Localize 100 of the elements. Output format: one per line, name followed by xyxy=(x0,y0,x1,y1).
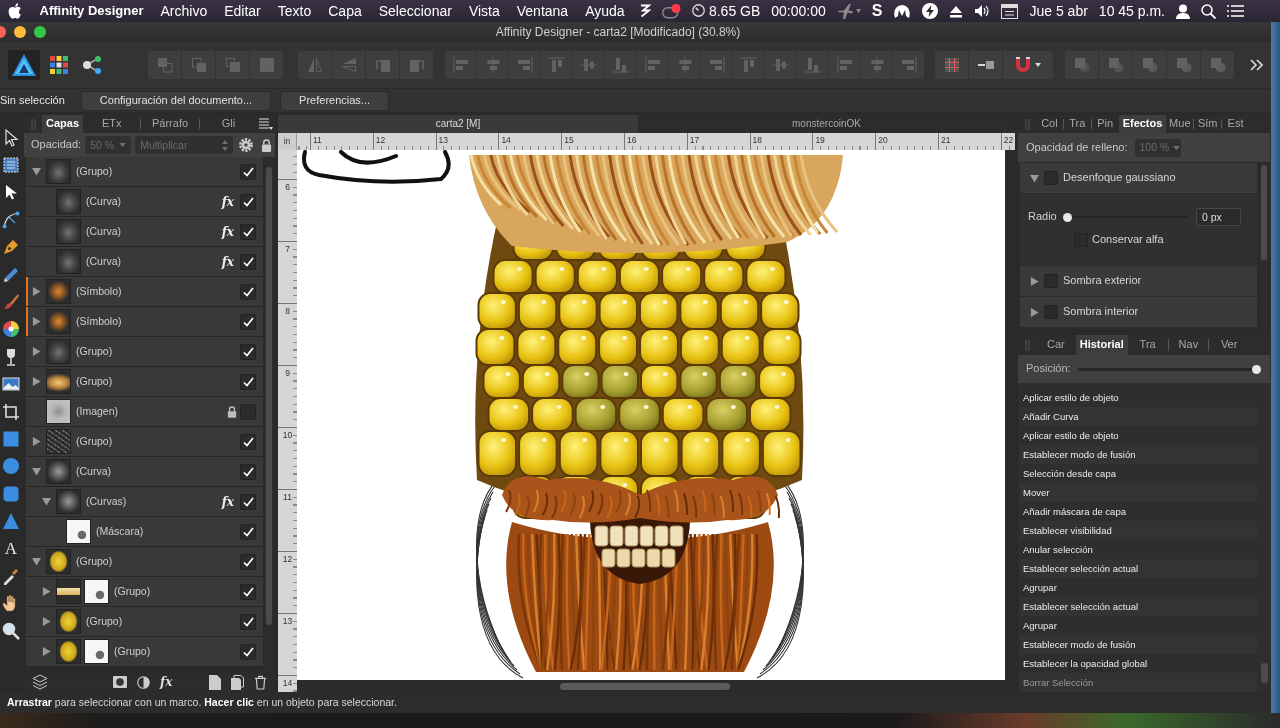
history-item[interactable]: Agrupar xyxy=(1020,616,1257,635)
panel-tab[interactable]: Tra xyxy=(1127,335,1168,355)
menu-item[interactable]: Archivo xyxy=(152,0,216,22)
curve-nodes-icon[interactable] xyxy=(2,210,20,229)
zoom-button[interactable] xyxy=(34,26,46,38)
history-item[interactable]: Añadir máscara de capa xyxy=(1020,502,1257,521)
calendar-icon[interactable] xyxy=(1001,3,1019,19)
history-item[interactable]: Anular selección xyxy=(1020,540,1257,559)
toolbar-button[interactable] xyxy=(1003,51,1053,79)
history-item[interactable]: Establecer visibilidad xyxy=(1020,521,1257,540)
padlock-icon[interactable] xyxy=(261,138,273,152)
disclosure-triangle-icon[interactable] xyxy=(31,317,41,326)
layer-row[interactable]: (Símbolo) xyxy=(26,277,263,307)
history-item[interactable]: Selección desde capa xyxy=(1020,464,1257,483)
paintbrush-icon[interactable] xyxy=(2,293,20,312)
scrollbar-thumb[interactable] xyxy=(266,167,272,625)
visibility-checkbox[interactable] xyxy=(240,283,256,300)
slider-thumb[interactable] xyxy=(1063,212,1072,222)
panel-tab[interactable]: Car xyxy=(1036,335,1076,355)
pencil-icon[interactable] xyxy=(2,265,20,284)
context-button[interactable]: Configuración del documento... xyxy=(80,90,272,111)
text-tool[interactable]: A xyxy=(4,539,18,558)
history-item[interactable]: Establecer selección actual xyxy=(1020,559,1257,578)
panel-menu-icon[interactable] xyxy=(259,118,273,130)
menu-item[interactable]: Ayuda xyxy=(576,0,634,22)
gear-icon[interactable] xyxy=(239,138,254,152)
panel-tab[interactable]: Sím xyxy=(1194,115,1222,133)
disclosure-triangle-icon[interactable] xyxy=(1030,173,1039,183)
menu-item[interactable]: Capa xyxy=(319,0,371,22)
visibility-checkbox[interactable] xyxy=(240,223,256,240)
panel-tab[interactable]: Capas xyxy=(42,115,84,133)
panel-tab[interactable]: Párrafo xyxy=(141,115,199,133)
emblem-icon[interactable] xyxy=(893,3,912,19)
square-circle-icon[interactable] xyxy=(113,676,127,688)
layer-row[interactable]: (Imagen) xyxy=(26,397,263,427)
history-item[interactable]: Establecer modo de fusión xyxy=(1020,445,1257,464)
visibility-checkbox[interactable] xyxy=(240,253,256,270)
page-icon[interactable] xyxy=(209,674,221,690)
history-item[interactable]: Agrupar xyxy=(1020,578,1257,597)
time-readout[interactable]: 10 45 p.m. xyxy=(1098,2,1165,20)
layer-row[interactable]: (Símbolo) xyxy=(26,307,263,337)
square-icon[interactable] xyxy=(2,430,20,448)
visibility-checkbox[interactable] xyxy=(240,433,256,450)
visibility-checkbox[interactable] xyxy=(240,463,256,480)
document-tab[interactable]: carta2 [M] xyxy=(278,115,638,133)
layer-row[interactable]: (Grupo) xyxy=(26,607,263,637)
triangle-icon[interactable] xyxy=(2,512,20,531)
visibility-checkbox[interactable] xyxy=(240,613,256,630)
layer-row[interactable]: (Grupo) xyxy=(26,337,263,367)
history-item[interactable]: Aplicar estilo de objeto xyxy=(1020,426,1257,445)
layer-row[interactable]: (Curvas) fx xyxy=(26,487,263,517)
disclosure-triangle-icon[interactable] xyxy=(41,647,51,656)
panel-tab[interactable]: Nav xyxy=(1168,335,1209,355)
history-item[interactable]: Añadir Curva xyxy=(1020,407,1257,426)
disclosure-triangle-icon[interactable] xyxy=(31,437,41,446)
visibility-checkbox[interactable] xyxy=(240,313,256,330)
layer-row[interactable]: (Curva) fx xyxy=(26,247,263,277)
history-item[interactable]: Establecer la opacidad global xyxy=(1020,654,1257,673)
panel-tab[interactable]: Mue xyxy=(1166,115,1194,133)
menu-item[interactable]: Vista xyxy=(460,0,509,22)
disclosure-triangle-icon[interactable] xyxy=(31,167,41,176)
slider-thumb[interactable] xyxy=(1251,364,1261,374)
visibility-checkbox[interactable] xyxy=(240,583,256,600)
visibility-checkbox[interactable] xyxy=(240,523,256,540)
panel-tab[interactable]: Historial xyxy=(1075,335,1128,355)
minimize-button[interactable] xyxy=(14,26,26,38)
effect-checkbox[interactable] xyxy=(1044,171,1058,185)
s-icon[interactable]: S xyxy=(871,2,883,20)
layer-row[interactable]: (Máscara) xyxy=(26,517,263,547)
layer-row[interactable]: (Grupo) xyxy=(26,577,263,607)
eject-icon[interactable] xyxy=(949,4,964,18)
gauge-icon[interactable] xyxy=(691,4,705,18)
half-circle-icon[interactable] xyxy=(137,675,150,689)
airplane-icon[interactable] xyxy=(836,2,854,20)
layers-stack-icon[interactable] xyxy=(32,674,48,690)
disclosure-triangle-icon[interactable] xyxy=(1030,307,1039,317)
search-icon[interactable] xyxy=(1201,3,1216,19)
layer-row[interactable]: (Curva) fx xyxy=(26,217,263,247)
layer-row[interactable]: (Grupo) xyxy=(26,157,263,187)
visibility-checkbox[interactable] xyxy=(240,373,256,390)
panel-tab[interactable]: ETx xyxy=(83,115,141,133)
history-item[interactable]: Establecer selección actual xyxy=(1020,597,1257,616)
disclosure-triangle-icon[interactable] xyxy=(31,467,41,476)
visibility-checkbox[interactable] xyxy=(240,163,256,180)
disclosure-triangle-icon[interactable] xyxy=(41,587,51,596)
pointer-icon[interactable] xyxy=(2,128,20,147)
radius-field[interactable]: 0 px xyxy=(1196,208,1241,226)
lightning-icon[interactable] xyxy=(922,3,939,19)
effect-row[interactable]: Sombra interior xyxy=(1020,297,1257,328)
crop-icon[interactable] xyxy=(2,402,20,421)
history-item[interactable]: Establecer modo de fusión xyxy=(1020,635,1257,654)
disclosure-triangle-icon[interactable] xyxy=(31,287,41,296)
landscape-picture-icon[interactable] xyxy=(2,375,20,394)
user-icon[interactable] xyxy=(1176,3,1190,19)
pen-nib-icon[interactable] xyxy=(2,238,20,257)
zigzag-icon[interactable] xyxy=(639,4,651,18)
context-button[interactable]: Preferencias... xyxy=(280,90,389,111)
panel-tab[interactable]: Est xyxy=(1222,115,1249,133)
visibility-checkbox[interactable] xyxy=(240,643,256,660)
scrollbar-thumb[interactable] xyxy=(560,682,730,690)
